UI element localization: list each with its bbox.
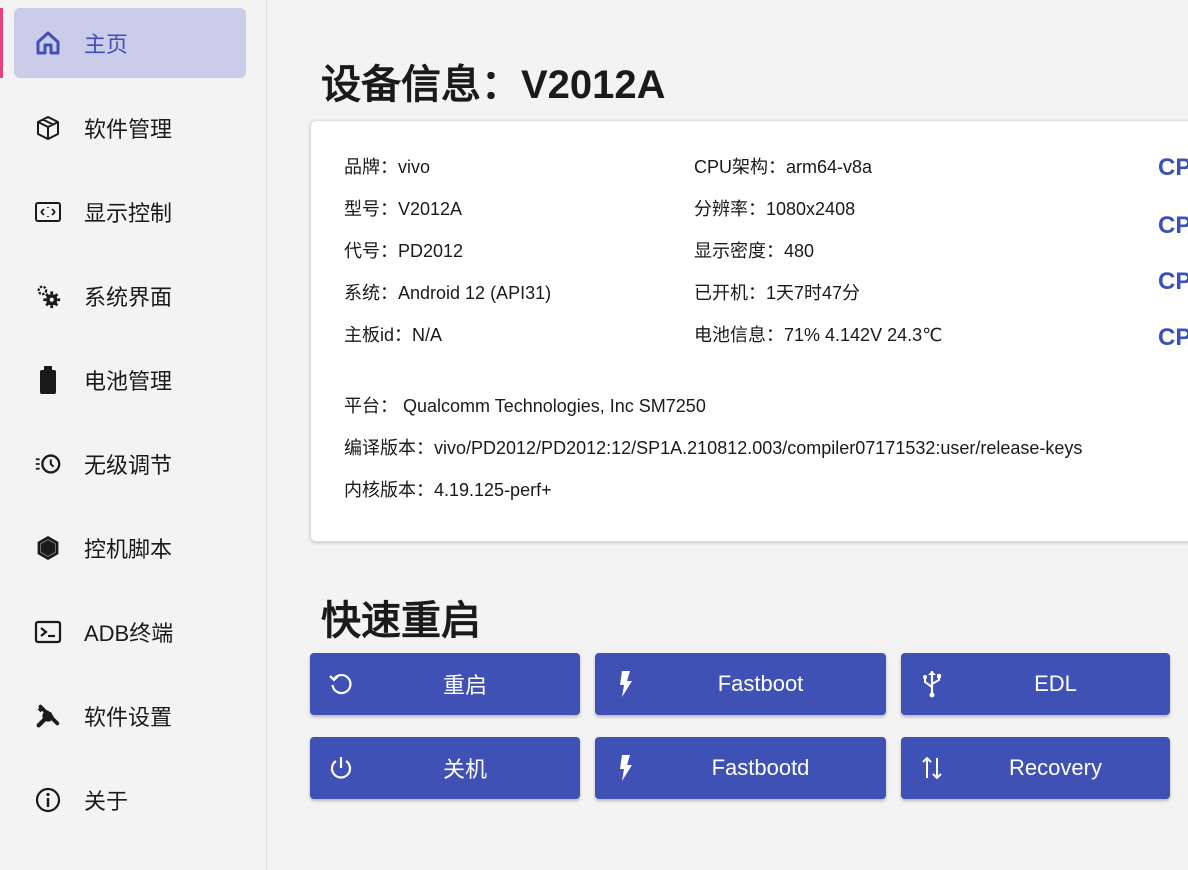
edl-button[interactable]: EDL bbox=[901, 653, 1170, 715]
sidebar: 主页 软件管理 显示控制 系统界面 电池管理 无级调节 控机脚本 ADB终端 软… bbox=[0, 0, 267, 870]
kernel-version-text: 内核版本：4.19.125-perf+ bbox=[344, 480, 552, 500]
cpu-arch-text: CPU架构：arm64-v8a bbox=[694, 157, 873, 177]
fastbootd-button-label: Fastbootd bbox=[711, 755, 810, 780]
device-info-card: 品牌：vivo 型号：V2012A 代号：PD2012 系统：Android 1… bbox=[310, 120, 1188, 542]
app-window: 主页 软件管理 显示控制 系统界面 电池管理 无级调节 控机脚本 ADB终端 软… bbox=[0, 0, 1188, 870]
fastbootd-button[interactable]: Fastbootd bbox=[595, 737, 886, 799]
reboot-button[interactable]: 重启 bbox=[310, 653, 580, 715]
screen-icon bbox=[34, 198, 62, 226]
cpu-label: CPU bbox=[1158, 154, 1188, 181]
home-icon bbox=[34, 29, 62, 57]
sidebar-item-label: 系统界面 bbox=[84, 285, 173, 310]
battery-info-text: 电池信息：71% 4.142V 24.3℃ bbox=[694, 325, 943, 345]
info-icon bbox=[34, 786, 62, 814]
gears-icon bbox=[34, 282, 62, 310]
sidebar-item-label: 控机脚本 bbox=[84, 537, 173, 562]
sidebar-item-scripts[interactable]: 控机脚本 bbox=[14, 513, 246, 583]
quick-reboot-title: 快速重启 bbox=[321, 599, 481, 643]
edl-button-label: EDL bbox=[1034, 671, 1077, 696]
model-text: 型号：V2012A bbox=[344, 199, 463, 219]
tools-icon bbox=[34, 702, 62, 730]
sidebar-item-label: 显示控制 bbox=[84, 201, 173, 226]
battery-icon bbox=[34, 366, 62, 394]
hexagon-icon bbox=[34, 534, 62, 562]
sidebar-item-label: 软件管理 bbox=[84, 117, 173, 142]
sidebar-item-display[interactable]: 显示控制 bbox=[14, 177, 246, 247]
platform-text: 平台： Qualcomm Technologies, Inc SM7250 bbox=[344, 396, 706, 416]
fastboot-button-label: Fastboot bbox=[717, 671, 804, 696]
active-indicator bbox=[0, 8, 3, 78]
cpu-label: CPU bbox=[1158, 268, 1188, 295]
terminal-icon bbox=[34, 618, 62, 646]
sidebar-item-software[interactable]: 软件管理 bbox=[14, 93, 246, 163]
sidebar-item-label: 关于 bbox=[84, 789, 129, 814]
system-text: 系统：Android 12 (API31) bbox=[344, 283, 552, 303]
recovery-button[interactable]: Recovery bbox=[901, 737, 1170, 799]
main-content: 设备信息：V2012A 品牌：vivo 型号：V2012A 代号：PD2012 … bbox=[267, 0, 1188, 870]
sidebar-item-stepless[interactable]: 无级调节 bbox=[14, 429, 246, 499]
sidebar-item-system-ui[interactable]: 系统界面 bbox=[14, 261, 246, 331]
board-id-text: 主板id：N/A bbox=[344, 325, 443, 345]
codename-text: 代号：PD2012 bbox=[344, 241, 464, 261]
build-version-text: 编译版本：vivo/PD2012/PD2012:12/SP1A.210812.0… bbox=[344, 438, 1083, 458]
brand-text: 品牌：vivo bbox=[344, 157, 431, 177]
sidebar-item-adb-terminal[interactable]: ADB终端 bbox=[14, 597, 246, 667]
shutdown-button[interactable]: 关机 bbox=[310, 737, 580, 799]
resolution-text: 分辨率：1080x2408 bbox=[694, 199, 856, 219]
adjust-clock-icon bbox=[34, 450, 62, 478]
sidebar-item-label: ADB终端 bbox=[84, 621, 174, 646]
cpu-label: CPU bbox=[1158, 324, 1188, 351]
sidebar-item-home[interactable]: 主页 bbox=[14, 8, 246, 78]
uptime-text: 已开机：1天7时47分 bbox=[694, 283, 861, 303]
recovery-button-label: Recovery bbox=[1009, 755, 1102, 780]
sidebar-item-label: 无级调节 bbox=[84, 453, 173, 478]
density-text: 显示密度：480 bbox=[694, 241, 815, 261]
shutdown-button-label: 关机 bbox=[442, 757, 487, 782]
cpu-label: CPU bbox=[1158, 212, 1188, 239]
reboot-button-label: 重启 bbox=[442, 673, 487, 698]
sidebar-item-label: 电池管理 bbox=[84, 369, 173, 394]
sidebar-item-settings[interactable]: 软件设置 bbox=[14, 681, 246, 751]
package-icon bbox=[34, 114, 62, 142]
fastboot-button[interactable]: Fastboot bbox=[595, 653, 886, 715]
device-info-title: 设备信息：V2012A bbox=[321, 63, 666, 107]
sidebar-item-label: 软件设置 bbox=[84, 705, 173, 730]
sidebar-item-about[interactable]: 关于 bbox=[14, 765, 246, 835]
sidebar-item-battery[interactable]: 电池管理 bbox=[14, 345, 246, 415]
sidebar-item-label: 主页 bbox=[84, 32, 129, 57]
